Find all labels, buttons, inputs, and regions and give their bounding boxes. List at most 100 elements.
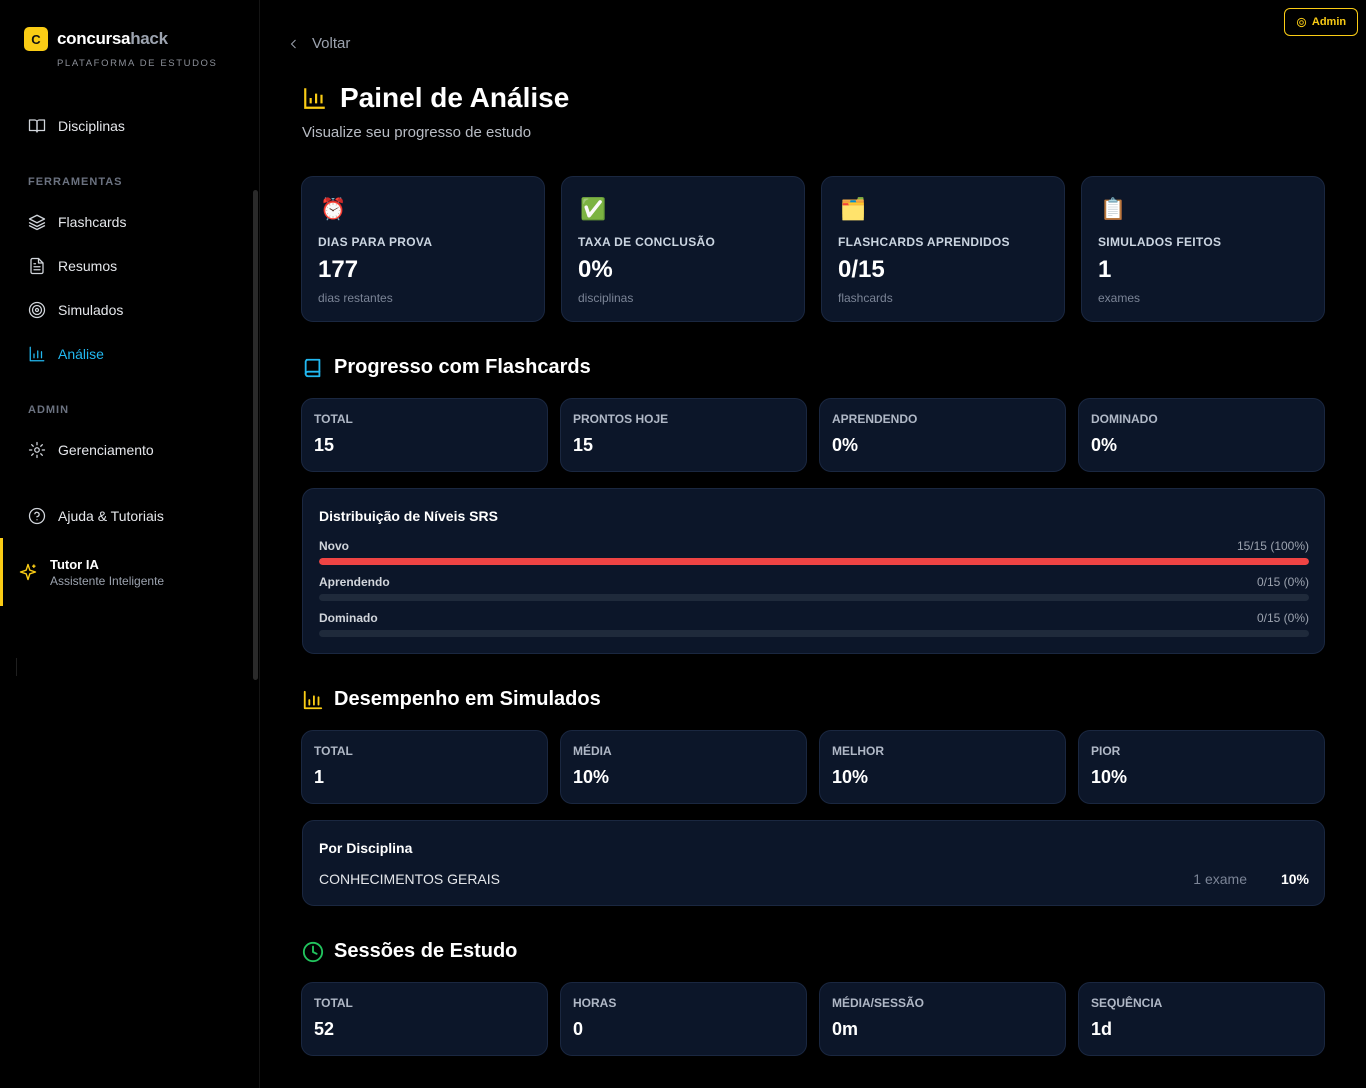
bar-chart-icon	[304, 88, 325, 109]
srs-level-count: 0/15 (0%)	[1256, 611, 1309, 625]
stat-label: DIAS PARA PROVA	[318, 235, 433, 249]
stat-label: TAXA DE CONCLUSÃO	[578, 235, 716, 249]
sessoes-section-title: Sessões de Estudo	[334, 940, 518, 962]
mini-label: DOMINADO	[1091, 412, 1158, 426]
book-icon	[304, 358, 321, 377]
disciplina-name: CONHECIMENTOS GERAIS	[319, 871, 500, 887]
mini-label: TOTAL	[314, 996, 353, 1010]
tutor-text: Tutor IA Assistente Inteligente	[50, 557, 164, 588]
mini-value: 52	[314, 1019, 335, 1039]
mini-label: APRENDENDO	[832, 412, 918, 426]
srs-level-name: Aprendendo	[319, 575, 390, 589]
check-mark-icon: ✅	[580, 198, 607, 221]
logo-subtitle: PLATAFORMA DE ESTUDOS	[57, 58, 218, 69]
tutor-subtitle: Assistente Inteligente	[50, 573, 165, 588]
mini-value: 15	[573, 435, 594, 455]
bar-chart-icon	[303, 690, 323, 709]
mini-label: MÉDIA	[573, 744, 612, 758]
section-admin: ADMIN	[28, 404, 70, 416]
nav-simulados-label: Simulados	[58, 302, 124, 318]
nav-disciplinas[interactable]: Disciplinas	[28, 117, 125, 135]
bar-chart-icon	[29, 346, 45, 362]
stat-card-conclusao: ✅ TAXA DE CONCLUSÃO 0% disciplinas	[561, 176, 805, 322]
page-title: Painel de Análise	[302, 82, 569, 114]
gear-icon	[1296, 17, 1306, 27]
nav-analise[interactable]: Análise	[28, 345, 104, 363]
mini-value: 10%	[832, 767, 869, 787]
disciplina-exames: 1 exame	[1193, 871, 1247, 887]
nav-ajuda[interactable]: Ajuda & Tutoriais	[28, 507, 164, 525]
srs-level-name: Dominado	[319, 611, 378, 625]
nav-gerenciamento[interactable]: Gerenciamento	[28, 441, 154, 459]
nav-flashcards-label: Flashcards	[58, 214, 127, 230]
srs-level-name: Novo	[319, 539, 349, 553]
simulados-section-title: Desempenho em Simulados	[334, 688, 601, 710]
alarm-clock-icon: ⏰	[320, 198, 347, 221]
sidebar-scrollbar[interactable]	[253, 190, 258, 680]
stat-unit: exames	[1098, 291, 1141, 305]
sessoes-media-card: MÉDIA/SESSÃO 0m	[819, 982, 1066, 1056]
mini-value: 10%	[1091, 767, 1128, 787]
mini-value: 0%	[1091, 435, 1118, 455]
nav-disciplinas-label: Disciplinas	[58, 118, 125, 134]
logo-main: concursa	[57, 29, 131, 48]
srs-level-count: 15/15 (100%)	[1236, 539, 1309, 553]
nav-resumos[interactable]: Resumos	[28, 257, 117, 275]
logo-badge: C	[24, 27, 48, 51]
gear-icon	[28, 441, 46, 459]
stat-unit: flashcards	[838, 291, 893, 305]
srs-level-count: 0/15 (0%)	[1256, 575, 1309, 589]
nav-flashcards[interactable]: Flashcards	[28, 213, 126, 231]
simulados-media-card: MÉDIA 10%	[560, 730, 807, 804]
mini-label: TOTAL	[314, 744, 353, 758]
flashcards-section-heading: Progresso com Flashcards	[302, 356, 591, 379]
sessoes-sequencia-card: SEQUÊNCIA 1d	[1078, 982, 1325, 1056]
stat-unit: disciplinas	[578, 291, 634, 305]
sessoes-section-heading: Sessões de Estudo	[302, 940, 517, 963]
flashcards-aprendendo-card: APRENDENDO 0%	[819, 398, 1066, 472]
file-text-icon	[30, 257, 44, 275]
section-ferramentas: FERRAMENTAS	[28, 176, 123, 188]
stat-unit: dias restantes	[318, 291, 393, 305]
book-open-icon	[28, 119, 46, 133]
por-disciplina-title: Por Disciplina	[319, 840, 413, 856]
srs-level-track	[319, 558, 1309, 565]
sessoes-total-card: TOTAL 52	[301, 982, 548, 1056]
logo[interactable]: C concursahack	[24, 27, 168, 51]
mini-value: 1	[314, 767, 325, 787]
flashcards-total-card: TOTAL 15	[301, 398, 548, 472]
mini-label: PRONTOS HOJE	[573, 412, 669, 426]
tutor-ia-button[interactable]: Tutor IA Assistente Inteligente	[0, 538, 258, 606]
help-circle-icon	[28, 507, 46, 525]
chevron-left-icon	[290, 39, 296, 48]
divider	[16, 658, 17, 676]
sidebar: C concursahack PLATAFORMA DE ESTUDOS Dis…	[0, 0, 260, 1088]
back-link[interactable]: Voltar	[288, 35, 350, 52]
mini-value: 0%	[832, 435, 859, 455]
mini-label: PIOR	[1091, 744, 1121, 758]
clock-icon	[302, 941, 324, 962]
page-subtitle: Visualize seu progresso de estudo	[302, 124, 532, 141]
stat-card-dias: ⏰ DIAS PARA PROVA 177 dias restantes	[301, 176, 545, 322]
nav-analise-label: Análise	[58, 346, 104, 362]
stat-card-flashcards: 🗂️ FLASHCARDS APRENDIDOS 0/15 flashcards	[821, 176, 1065, 322]
nav-simulados[interactable]: Simulados	[28, 301, 123, 319]
nav-resumos-label: Resumos	[58, 258, 118, 274]
srs-level-track	[319, 594, 1309, 601]
app-root: C concursahack PLATAFORMA DE ESTUDOS Dis…	[0, 0, 1366, 1088]
simulados-section-heading: Desempenho em Simulados	[302, 688, 601, 711]
stat-value: 0/15	[838, 256, 885, 283]
mini-label: SEQUÊNCIA	[1091, 996, 1163, 1010]
simulados-total-card: TOTAL 1	[301, 730, 548, 804]
admin-button[interactable]: Admin	[1284, 8, 1358, 36]
mini-value: 1d	[1091, 1019, 1113, 1039]
sparkles-icon	[19, 563, 37, 581]
mini-value: 15	[314, 435, 335, 455]
target-icon	[28, 301, 46, 319]
mini-label: HORAS	[573, 996, 617, 1010]
sessoes-horas-card: HORAS 0	[560, 982, 807, 1056]
flashcards-prontos-card: PRONTOS HOJE 15	[560, 398, 807, 472]
flashcards-dominado-card: DOMINADO 0%	[1078, 398, 1325, 472]
card-index-icon: 🗂️	[840, 198, 867, 221]
mini-label: TOTAL	[314, 412, 353, 426]
